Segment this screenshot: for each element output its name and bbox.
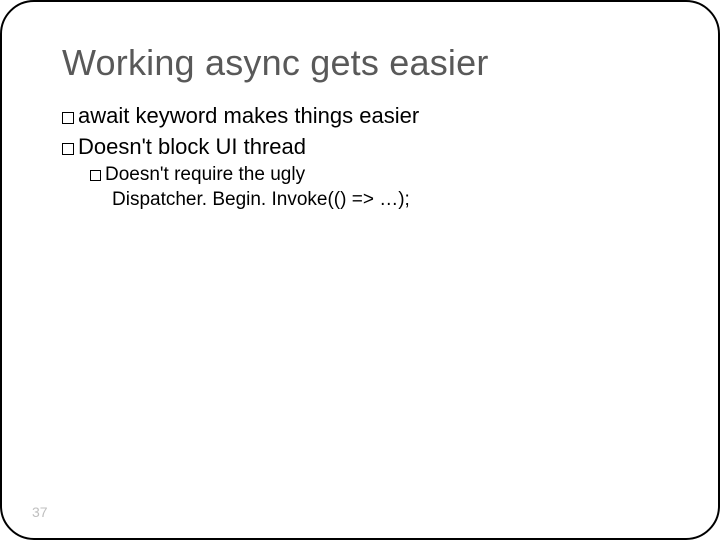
page-number: 37 <box>32 504 48 520</box>
square-bullet-icon <box>62 112 74 124</box>
list-item: Doesn't require the ugly Dispatcher. Beg… <box>62 163 658 212</box>
bullet-text-continuation: Dispatcher. Begin. Invoke(() => …); <box>90 188 658 213</box>
slide-frame: Working async gets easier await keyword … <box>0 0 720 540</box>
list-item: Doesn't block UI thread <box>62 133 658 162</box>
bullet-list: await keyword makes things easier Doesn'… <box>62 102 658 213</box>
square-bullet-icon <box>90 170 101 181</box>
bullet-text: Doesn't block UI thread <box>78 134 306 159</box>
square-bullet-icon <box>62 143 74 155</box>
bullet-text: await keyword makes things easier <box>78 103 419 128</box>
list-item: await keyword makes things easier <box>62 102 658 131</box>
slide-title: Working async gets easier <box>62 42 658 84</box>
bullet-text: Doesn't require the ugly <box>105 164 305 185</box>
